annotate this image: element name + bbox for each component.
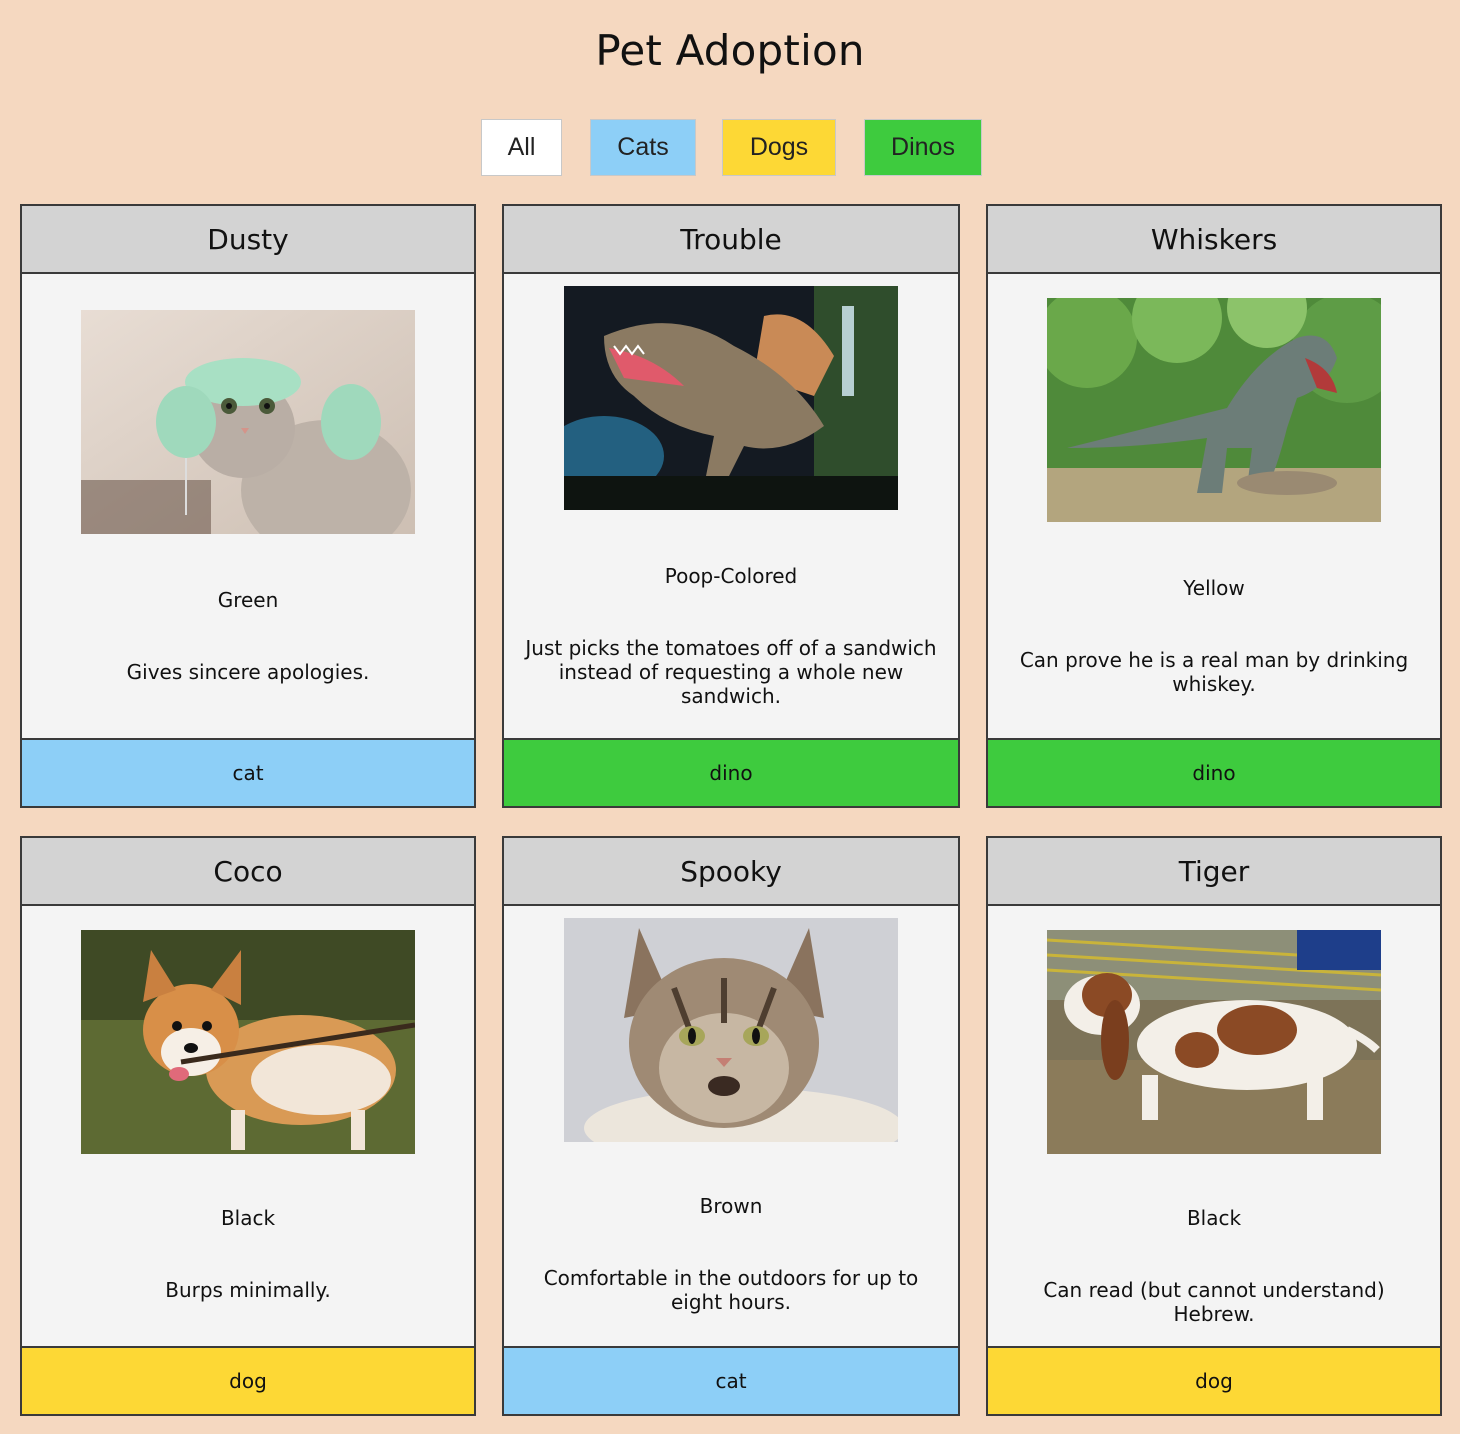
pet-type-badge: cat <box>22 738 474 806</box>
pet-description: Can prove he is a real man by drinking w… <box>1019 648 1409 696</box>
pet-type-badge: dino <box>504 738 958 806</box>
pet-color: Black <box>220 1206 276 1230</box>
pet-name: Trouble <box>504 206 958 274</box>
filter-bar: All Cats Dogs Dinos <box>0 119 1460 178</box>
pet-name: Spooky <box>504 838 958 906</box>
pet-card: Coco Black Burps minimally. dog <box>20 836 476 1416</box>
pet-name: Tiger <box>988 838 1440 906</box>
pet-color: Yellow <box>1183 576 1245 600</box>
pet-card: Spooky Brown Comfortable in the outdoors… <box>502 836 960 1416</box>
pet-description: Gives sincere apologies. <box>126 660 370 684</box>
pet-description: Just picks the tomatoes off of a sandwic… <box>525 636 937 708</box>
pet-color: Poop-Colored <box>664 564 798 588</box>
dog-photo <box>1047 930 1381 1154</box>
pet-type-badge: cat <box>504 1346 958 1414</box>
pet-color: Brown <box>699 1194 763 1218</box>
pet-color: Black <box>1186 1206 1242 1230</box>
pet-name: Coco <box>22 838 474 906</box>
pet-name: Whiskers <box>988 206 1440 274</box>
filter-all-button[interactable]: All <box>481 119 562 176</box>
pet-type-badge: dog <box>22 1346 474 1414</box>
dog-photo <box>81 930 415 1154</box>
pet-color: Green <box>217 588 279 612</box>
dinosaur-photo <box>564 286 898 510</box>
filter-cats-button[interactable]: Cats <box>590 119 696 176</box>
filter-dogs-button[interactable]: Dogs <box>722 119 836 176</box>
pet-description: Burps minimally. <box>165 1278 331 1302</box>
pet-card: Tiger Black Can read (but cannot underst… <box>986 836 1442 1416</box>
cat-photo <box>81 310 415 534</box>
filter-dinos-button[interactable]: Dinos <box>864 119 982 176</box>
pet-type-badge: dog <box>988 1346 1440 1414</box>
page-title: Pet Adoption <box>595 26 865 75</box>
pet-type-badge: dino <box>988 738 1440 806</box>
pet-description: Can read (but cannot understand) Hebrew. <box>1043 1278 1385 1326</box>
pet-name: Dusty <box>22 206 474 274</box>
pet-card: Trouble Poop-Colored Just picks the toma… <box>502 204 960 808</box>
cat-photo <box>564 918 898 1142</box>
pet-card: Dusty Green Gives sincere apologies. cat <box>20 204 476 808</box>
dinosaur-photo <box>1047 298 1381 522</box>
pet-card: Whiskers Yellow Can prove he is a real m… <box>986 204 1442 808</box>
pet-description: Comfortable in the outdoors for up to ei… <box>543 1266 919 1314</box>
